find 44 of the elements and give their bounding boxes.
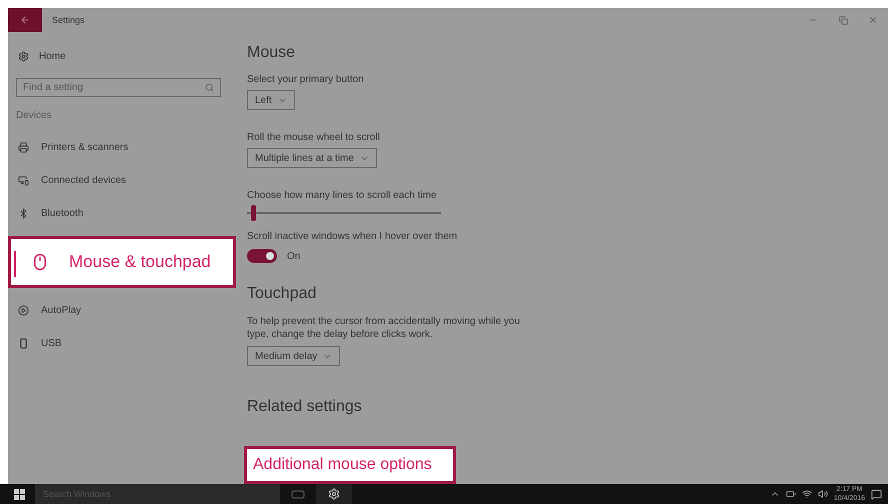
section-heading: Related settings <box>247 398 363 416</box>
additional-mouse-options-link[interactable]: Additional mouse options <box>244 446 456 484</box>
home-link[interactable]: Home <box>39 50 66 62</box>
search-field[interactable]: Find a setting <box>16 78 221 97</box>
printer-icon <box>18 142 29 153</box>
dropdown[interactable]: Left <box>247 90 295 110</box>
volume-icon[interactable] <box>818 489 828 499</box>
nav-item[interactable]: Mouse & touchpad <box>8 236 236 288</box>
nav-item[interactable]: Connected devices <box>8 164 233 197</box>
notifications-icon[interactable] <box>871 488 882 500</box>
restore-icon <box>838 16 848 24</box>
back-arrow-icon <box>20 15 30 25</box>
window-title: Settings <box>52 15 86 25</box>
dropdown[interactable]: Multiple lines at a time <box>247 148 377 168</box>
bluetooth-icon <box>18 208 29 219</box>
section-heading: Touchpad <box>247 285 318 303</box>
nav-item[interactable]: Printers & scanners <box>8 131 233 164</box>
toggle-state: On <box>287 250 300 262</box>
close-icon <box>868 15 878 25</box>
dropdown[interactable]: Medium delay <box>247 346 340 366</box>
settings-taskbar-button[interactable] <box>316 484 352 504</box>
devices-icon <box>18 175 29 186</box>
windows-logo-icon[interactable] <box>14 488 25 500</box>
toggle-switch[interactable] <box>247 249 277 263</box>
battery-icon[interactable] <box>786 489 796 499</box>
search-icon <box>205 83 214 92</box>
nav-item[interactable]: USB <box>8 327 233 360</box>
usb-drive-icon <box>18 338 29 349</box>
section-heading: Devices <box>16 110 53 121</box>
setting-label: Scroll inactive windows when I hover over them <box>247 231 458 242</box>
setting-label: Select your primary button <box>247 74 365 85</box>
setting-label: Choose how many lines to scroll each time <box>247 190 438 201</box>
settings-icon <box>328 488 340 500</box>
mouse-icon <box>31 253 49 271</box>
task-view-icon <box>291 490 305 498</box>
settings-icon <box>18 50 29 62</box>
nav-item[interactable]: AutoPlay <box>8 294 233 327</box>
section-heading: Mouse <box>247 44 296 62</box>
slider-thumb[interactable] <box>250 205 256 221</box>
wifi-icon[interactable] <box>802 489 812 499</box>
setting-label: Roll the mouse wheel to scroll <box>247 132 381 143</box>
autoplay-icon <box>18 305 29 316</box>
description-text: To help prevent the cursor from accidentally moving while you type, change the delay before clicks work. <box>247 315 521 341</box>
nav-item[interactable]: Bluetooth <box>8 197 233 230</box>
